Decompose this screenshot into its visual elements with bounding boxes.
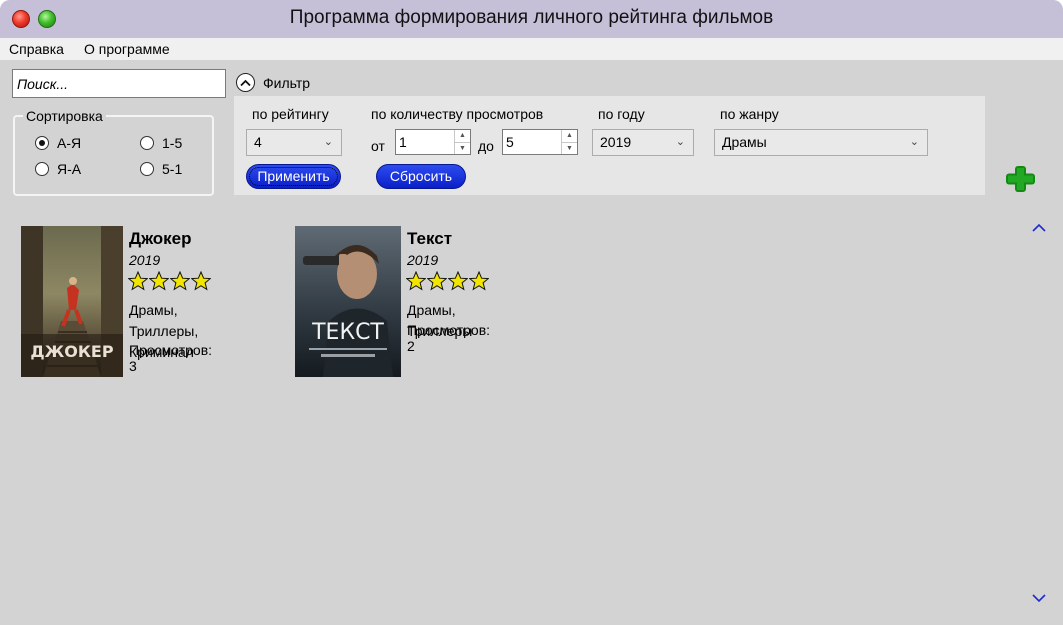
chevron-up-icon	[240, 79, 251, 86]
app-window: Программа формирования личного рейтинга …	[0, 0, 1063, 625]
movie-year: 2019	[129, 252, 161, 268]
star-icon	[469, 271, 489, 291]
menu-help[interactable]: Справка	[9, 41, 64, 57]
sort-radio-5-1[interactable]: 5-1	[140, 161, 182, 177]
scroll-up-icon[interactable]	[1031, 222, 1047, 234]
sort-radio-1-5-label: 1-5	[162, 135, 183, 151]
filter-panel: по рейтингу по количеству просмотров по …	[234, 96, 985, 195]
title-bar[interactable]: Программа формирования личного рейтинга …	[0, 0, 1063, 38]
filter-genre-label: по жанру	[720, 106, 779, 122]
spin-up-icon[interactable]: ▲	[562, 130, 577, 142]
poster-title-text: ДЖОКЕР	[30, 342, 113, 361]
radio-unchecked-icon[interactable]	[140, 136, 154, 150]
views-to-spinner[interactable]: 5 ▲ ▼	[502, 129, 578, 155]
movie-year: 2019	[407, 252, 439, 268]
reset-button[interactable]: Сбросить	[376, 164, 466, 189]
radio-unchecked-icon[interactable]	[140, 162, 154, 176]
poster-title-text: ТЕКСТ	[311, 320, 384, 345]
sort-radio-za[interactable]: Я-А	[35, 161, 81, 177]
star-icon	[170, 271, 190, 291]
movie-title: Джокер	[129, 229, 192, 248]
spinner-arrows[interactable]: ▲ ▼	[454, 130, 470, 154]
window-title: Программа формирования личного рейтинга …	[289, 7, 774, 28]
year-select[interactable]: 2019 ⌄	[592, 129, 694, 156]
chevron-down-icon: ⌄	[323, 136, 333, 148]
star-icon	[191, 271, 211, 291]
spin-up-icon[interactable]: ▲	[455, 130, 470, 142]
search-input[interactable]	[12, 69, 226, 98]
movie-views: Просмотров: 2	[407, 322, 491, 354]
rating-select-value: 4	[254, 134, 262, 150]
movie-views: Просмотров: 3	[129, 342, 213, 374]
sort-radio-za-label: Я-А	[57, 161, 82, 177]
sort-radio-az-label: А-Я	[57, 135, 82, 151]
spinner-arrows[interactable]: ▲ ▼	[561, 130, 577, 154]
sort-radio-5-1-label: 5-1	[162, 161, 183, 177]
movie-rating-stars	[406, 271, 489, 291]
filter-label: Фильтр	[263, 75, 311, 91]
views-to-label: до	[478, 138, 494, 154]
filter-toggle-button[interactable]	[236, 73, 255, 92]
sort-group: Сортировка А-Я Я-А 1-5 5-1	[13, 108, 214, 196]
views-from-spinner[interactable]: 1 ▲ ▼	[395, 129, 471, 155]
genre-select[interactable]: Драмы ⌄	[714, 129, 928, 156]
sort-radio-1-5[interactable]: 1-5	[140, 135, 182, 151]
movie-poster[interactable]: ДЖОКЕР	[21, 226, 123, 377]
sort-legend: Сортировка	[23, 108, 106, 124]
spin-down-icon[interactable]: ▼	[562, 142, 577, 154]
views-to-value: 5	[506, 134, 514, 150]
star-icon	[406, 271, 426, 291]
filter-year-label: по году	[598, 106, 645, 122]
spin-down-icon[interactable]: ▼	[455, 142, 470, 154]
menu-about[interactable]: О программе	[84, 41, 170, 57]
plus-icon	[1006, 166, 1035, 192]
movie-rating-stars	[128, 271, 211, 291]
filter-views-label: по количеству просмотров	[371, 106, 544, 122]
star-icon	[128, 271, 148, 291]
filter-rating-label: по рейтингу	[252, 106, 329, 122]
views-from-label: от	[371, 138, 385, 154]
radio-checked-icon[interactable]	[35, 136, 49, 150]
views-from-value: 1	[399, 134, 407, 150]
movie-title: Текст	[407, 229, 453, 248]
sort-radio-az[interactable]: А-Я	[35, 135, 81, 151]
star-icon	[448, 271, 468, 291]
scroll-down-icon[interactable]	[1031, 592, 1047, 604]
rating-select[interactable]: 4 ⌄	[246, 129, 342, 156]
star-icon	[427, 271, 447, 291]
genre-select-value: Драмы	[722, 134, 767, 150]
chevron-down-icon: ⌄	[675, 136, 685, 148]
add-movie-button[interactable]	[1005, 165, 1036, 193]
chevron-down-icon: ⌄	[909, 136, 919, 148]
movie-poster[interactable]: ТЕКСТ	[295, 226, 401, 377]
movie-genres-line: Драмы, Триллеры,	[129, 302, 199, 339]
radio-unchecked-icon[interactable]	[35, 162, 49, 176]
star-icon	[149, 271, 169, 291]
apply-button[interactable]: Применить	[246, 164, 341, 189]
menu-bar: Справка О программе	[0, 38, 1063, 60]
year-select-value: 2019	[600, 134, 632, 150]
